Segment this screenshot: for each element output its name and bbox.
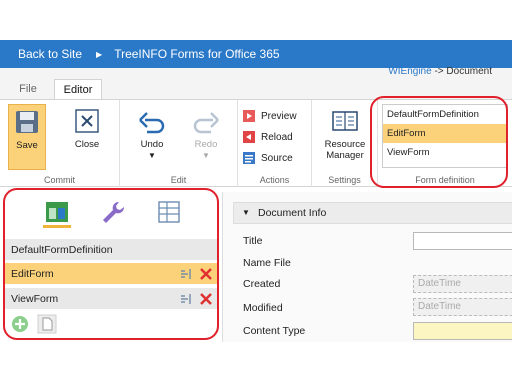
preview-label: Preview <box>261 110 297 122</box>
resource-manager-icon <box>332 111 358 131</box>
redo-label: Redo <box>194 139 218 150</box>
reload-icon <box>243 131 255 143</box>
highlight-ring-form-list <box>3 188 219 340</box>
redo-icon <box>193 112 219 134</box>
close-icon <box>75 109 99 133</box>
settings-group-label: Settings <box>328 175 361 185</box>
undo-label: Undo <box>140 139 164 150</box>
breadcrumb-engine[interactable]: WIEngine <box>388 66 431 77</box>
undo-dropdown-icon[interactable]: ▼ <box>130 150 174 161</box>
actions-group: Preview Reload Source Actions <box>238 100 312 187</box>
tab-file[interactable]: File <box>12 79 44 100</box>
settings-group: Resource Manager Settings <box>312 100 378 187</box>
content-type-input[interactable] <box>413 322 512 340</box>
modified-input[interactable]: DateTime <box>413 298 512 316</box>
source-button[interactable]: Source <box>242 150 293 166</box>
save-button[interactable]: Save <box>8 104 46 170</box>
undo-icon <box>139 112 165 134</box>
back-to-site-link[interactable]: Back to Site <box>0 47 82 61</box>
tab-editor[interactable]: Editor <box>54 79 102 100</box>
source-icon <box>243 152 255 164</box>
undo-button[interactable]: Undo ▼ <box>130 104 174 170</box>
resource-manager-label: Resource Manager <box>324 139 366 161</box>
reload-label: Reload <box>261 131 293 143</box>
close-button[interactable]: Close <box>64 104 110 170</box>
preview-icon <box>243 110 255 122</box>
commit-group: Save Close Commit <box>0 100 120 187</box>
resource-manager-button[interactable]: Resource Manager <box>318 104 372 170</box>
edit-group-label: Edit <box>170 175 187 185</box>
redo-dropdown-icon[interactable]: ▼ <box>184 150 228 161</box>
highlight-ring-form-definition <box>370 96 508 188</box>
top-navigation-bar: Back to Site ▶ TreeINFO Forms for Office… <box>0 40 512 68</box>
field-label-modified: Modified <box>243 302 283 314</box>
field-label-created: Created <box>243 278 281 290</box>
separator-arrow-icon: ▶ <box>96 49 103 59</box>
breadcrumb-document: -> Document <box>431 66 492 77</box>
redo-button[interactable]: Redo ▼ <box>184 104 228 170</box>
preview-button[interactable]: Preview <box>242 108 297 124</box>
app-title: TreeINFO Forms for Office 365 <box>114 47 280 61</box>
commit-group-label: Commit <box>44 175 75 185</box>
created-input[interactable]: DateTime <box>413 275 512 293</box>
collapse-icon[interactable]: ▼ <box>242 203 250 223</box>
field-label-content-type: Content Type <box>243 325 306 337</box>
section-title: Document Info <box>258 207 327 219</box>
save-icon <box>16 111 38 133</box>
breadcrumb: WIEngine -> Document <box>388 66 492 77</box>
reload-button[interactable]: Reload <box>242 129 293 145</box>
save-label: Save <box>16 140 38 151</box>
source-label: Source <box>261 152 293 164</box>
title-input[interactable] <box>413 232 512 250</box>
close-label: Close <box>74 139 100 150</box>
document-info-section[interactable]: ▼ Document Info <box>233 202 512 224</box>
field-label-name-file: Name File <box>243 257 291 269</box>
field-label-title: Title <box>243 235 263 247</box>
actions-group-label: Actions <box>259 175 290 185</box>
edit-group: Undo ▼ Redo ▼ Edit <box>120 100 238 187</box>
form-preview-pane: ▼ Document Info Title Name File Created … <box>222 192 512 342</box>
